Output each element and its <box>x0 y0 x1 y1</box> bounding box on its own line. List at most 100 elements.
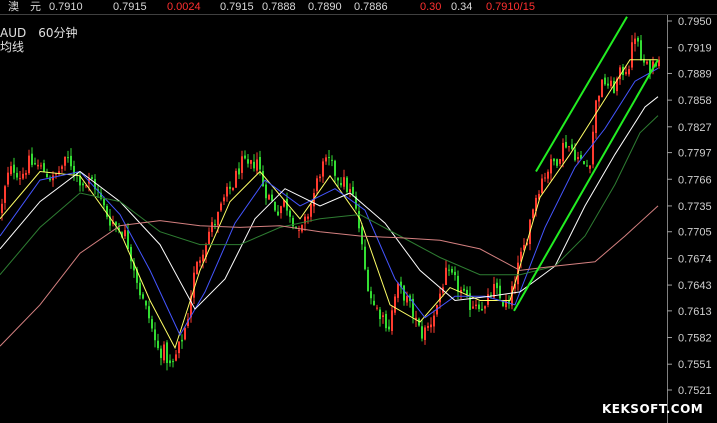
ma-long-line <box>0 205 659 347</box>
candle-body <box>397 283 399 298</box>
candle-body <box>43 163 45 173</box>
price-axis: 0.7950 0.7919 0.7889 0.7858 0.7827 0.7797 0.77… <box>667 15 717 423</box>
candle <box>433 310 435 333</box>
candle <box>154 322 156 348</box>
candle <box>52 171 54 187</box>
candle-body <box>202 254 204 262</box>
quote-prev: 0.7890 <box>308 1 342 13</box>
candle-body <box>31 153 33 165</box>
candle-body <box>385 313 387 329</box>
candle <box>322 158 324 183</box>
candle <box>559 158 561 167</box>
candle <box>181 334 183 349</box>
candle-body <box>553 158 555 162</box>
candle <box>28 149 30 175</box>
candle <box>550 154 552 181</box>
candle <box>481 301 483 311</box>
candle-body <box>340 182 342 186</box>
candle-body <box>208 231 210 244</box>
candle-body <box>433 315 435 327</box>
candle <box>34 157 36 166</box>
candle-body <box>343 177 345 187</box>
candle <box>508 295 510 309</box>
candle-body <box>592 131 594 165</box>
candle-body <box>145 301 147 306</box>
candle-body <box>103 199 105 206</box>
candlestick-chart[interactable]: 0.7950 0.7919 0.7889 0.7858 0.7827 0.7797 0.77… <box>0 15 717 423</box>
candle-body <box>547 171 549 179</box>
candle-body <box>235 170 237 188</box>
y-tick-label: 0.7705 <box>678 227 712 239</box>
candle <box>157 333 159 351</box>
candle-body <box>40 165 42 167</box>
candle <box>166 340 168 371</box>
candle-body <box>463 288 465 291</box>
candle-body <box>451 268 453 273</box>
candle-body <box>559 159 561 164</box>
candle-body <box>388 326 390 330</box>
candle-body <box>346 177 348 192</box>
candle-body <box>613 80 615 94</box>
ma-mid-line <box>0 96 659 310</box>
y-tick-label: 0.7950 <box>678 16 712 28</box>
candle-body <box>583 161 585 164</box>
candle-body <box>181 339 183 342</box>
candle-body <box>10 166 12 175</box>
candle-body <box>175 354 177 361</box>
candle-body <box>361 226 363 245</box>
candle-body <box>379 309 381 320</box>
candle-body <box>604 77 606 85</box>
candle <box>256 152 258 175</box>
candle <box>172 358 174 368</box>
candle <box>448 264 450 276</box>
candle <box>427 322 429 332</box>
candle-body <box>601 79 603 98</box>
candle-body <box>556 159 558 166</box>
candle <box>337 176 339 187</box>
candle-body <box>496 282 498 289</box>
candle-body <box>229 186 231 189</box>
candle-body <box>331 159 333 161</box>
candle <box>163 341 165 364</box>
y-tick-label: 0.7919 <box>678 43 712 55</box>
candle <box>637 36 639 47</box>
candle-body <box>64 156 66 166</box>
candle <box>208 227 210 245</box>
watermark: KEKSOFT.COM <box>602 402 704 416</box>
candle <box>247 154 249 168</box>
candle <box>271 189 273 202</box>
candle <box>553 158 555 166</box>
candle <box>220 201 222 212</box>
candle <box>19 171 21 185</box>
candle-body <box>532 209 534 218</box>
candle <box>22 167 24 180</box>
candle-body <box>634 38 636 45</box>
candle <box>328 149 330 166</box>
candle-body <box>598 95 600 102</box>
candle <box>355 191 357 211</box>
candle <box>568 146 570 152</box>
candle-body <box>1 203 3 213</box>
candle <box>640 34 642 61</box>
y-tick-label: 0.7582 <box>678 333 712 345</box>
y-tick-label: 0.7521 <box>678 385 712 397</box>
candle-body <box>274 201 276 211</box>
candle <box>250 159 252 170</box>
quote-bid: 0.7886 <box>354 1 388 13</box>
candle-body <box>226 186 228 197</box>
candle <box>376 304 378 311</box>
candle <box>298 225 300 239</box>
candle-body <box>289 210 291 217</box>
candle-body <box>406 296 408 303</box>
candle-body <box>298 229 300 231</box>
candle <box>160 345 162 366</box>
candle-body <box>82 183 84 186</box>
candle <box>211 217 213 237</box>
candle-body <box>199 260 201 263</box>
candle-body <box>427 325 429 328</box>
quote-pct: 0.30 <box>420 1 442 13</box>
candle <box>430 317 432 333</box>
candle <box>184 326 186 341</box>
candle-body <box>325 157 327 162</box>
candle-body <box>445 267 447 285</box>
